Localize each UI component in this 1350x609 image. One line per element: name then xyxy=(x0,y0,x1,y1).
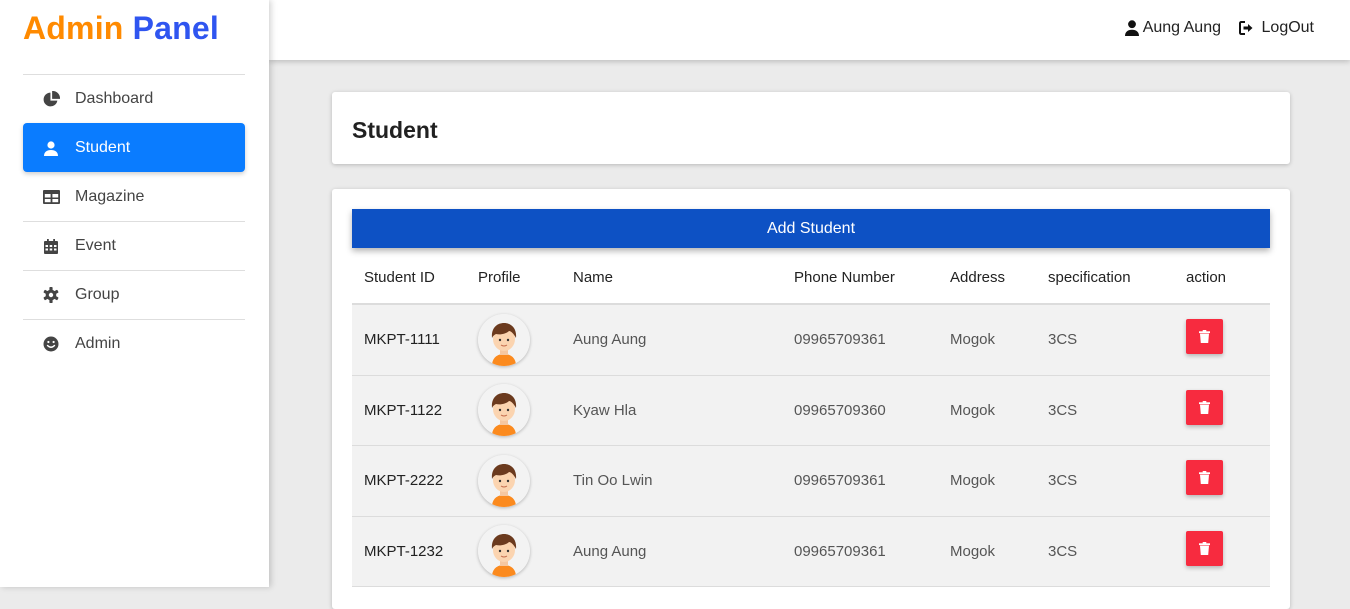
specification-cell: 3CS xyxy=(1048,542,1078,560)
calendar-icon xyxy=(42,237,60,255)
phone-cell: 09965709361 xyxy=(794,331,886,349)
trash-icon xyxy=(1199,541,1210,555)
students-table-card: Add Student Student ID Profile Name Phon… xyxy=(332,189,1290,609)
sidebar-item-label: Event xyxy=(75,237,116,254)
logout-link[interactable]: LogOut xyxy=(1238,19,1314,37)
table-row: MKPT-1111 Aung Aung 09965709361 Mogok 3C… xyxy=(352,305,1270,376)
name-cell: Aung Aung xyxy=(573,331,647,349)
sidebar-item-label: Dashboard xyxy=(75,90,154,107)
sidebar-item-magazine[interactable]: Magazine xyxy=(23,172,245,221)
address-cell: Mogok xyxy=(950,542,996,560)
avatar xyxy=(478,454,530,507)
specification-cell: 3CS xyxy=(1048,401,1078,419)
sidebar-item-admin[interactable]: Admin xyxy=(23,319,245,368)
delete-button[interactable] xyxy=(1186,530,1223,566)
add-student-button[interactable]: Add Student xyxy=(352,209,1270,248)
page-title: Student xyxy=(352,117,438,143)
phone-cell: 09965709360 xyxy=(794,401,886,419)
name-cell: Kyaw Hla xyxy=(573,401,637,419)
table-icon xyxy=(42,188,60,206)
cog-icon xyxy=(42,286,60,304)
avatar xyxy=(478,525,530,578)
sidebar-item-student[interactable]: Student xyxy=(23,123,245,172)
action-cell xyxy=(1186,319,1270,355)
name-cell: Aung Aung xyxy=(573,542,647,560)
name-cell: Tin Oo Lwin xyxy=(573,472,653,490)
user-icon xyxy=(42,139,60,157)
table-header: Student ID Profile Name Phone Number Add… xyxy=(352,251,1270,305)
top-bar: Aung Aung LogOut xyxy=(269,0,1350,60)
column-header-profile: Profile xyxy=(478,268,521,286)
column-header-student-id: Student ID xyxy=(364,268,435,286)
profile-cell xyxy=(478,454,573,507)
sidebar-menu: Dashboard Student Magazine Event Group A… xyxy=(23,74,245,368)
sidebar-item-label: Admin xyxy=(75,335,121,352)
student-id-cell: MKPT-1111 xyxy=(364,331,440,349)
logout-label: LogOut xyxy=(1261,19,1314,36)
student-id-cell: MKPT-1232 xyxy=(364,542,444,560)
sign-out-icon xyxy=(1238,21,1253,35)
action-cell xyxy=(1186,389,1270,425)
students-table: Student ID Profile Name Phone Number Add… xyxy=(352,251,1270,587)
phone-cell: 09965709361 xyxy=(794,542,886,560)
sidebar-item-label: Magazine xyxy=(75,188,145,205)
sidebar-item-event[interactable]: Event xyxy=(23,221,245,270)
table-row: MKPT-1122 Kyaw Hla 09965709360 Mogok 3CS xyxy=(352,375,1270,446)
current-user-name: Aung Aung xyxy=(1142,19,1221,36)
brand-logo: Admin Panel xyxy=(23,10,219,47)
column-header-phone: Phone Number xyxy=(794,268,895,286)
sidebar-item-label: Group xyxy=(75,286,120,303)
address-cell: Mogok xyxy=(950,472,996,490)
page-title-card: Student xyxy=(332,92,1290,164)
phone-cell: 09965709361 xyxy=(794,472,886,490)
pie-chart-icon xyxy=(42,90,60,108)
brand-part-1: Admin xyxy=(23,10,124,46)
current-user[interactable]: Aung Aung xyxy=(1124,19,1221,37)
sidebar-item-dashboard[interactable]: Dashboard xyxy=(23,74,245,123)
sidebar: Admin Panel Dashboard Student Magazine E… xyxy=(0,0,269,587)
action-cell xyxy=(1186,530,1270,566)
user-icon xyxy=(1124,20,1139,36)
student-id-cell: MKPT-2222 xyxy=(364,472,444,490)
profile-cell xyxy=(478,313,573,366)
delete-button[interactable] xyxy=(1186,319,1223,355)
address-cell: Mogok xyxy=(950,401,996,419)
trash-icon xyxy=(1199,471,1210,485)
trash-icon xyxy=(1199,400,1210,414)
avatar xyxy=(478,384,530,437)
profile-cell xyxy=(478,525,573,578)
table-row: MKPT-2222 Tin Oo Lwin 09965709361 Mogok … xyxy=(352,446,1270,517)
delete-button[interactable] xyxy=(1186,460,1223,496)
specification-cell: 3CS xyxy=(1048,472,1078,490)
avatar xyxy=(478,313,530,366)
table-row: MKPT-1232 Aung Aung 09965709361 Mogok 3C… xyxy=(352,516,1270,587)
profile-cell xyxy=(478,384,573,437)
action-cell xyxy=(1186,460,1270,496)
column-header-action: action xyxy=(1186,268,1227,286)
specification-cell: 3CS xyxy=(1048,331,1078,349)
column-header-address: Address xyxy=(950,268,1006,286)
student-id-cell: MKPT-1122 xyxy=(364,401,443,419)
sidebar-item-label: Student xyxy=(75,139,131,156)
column-header-specification: specification xyxy=(1048,268,1131,286)
delete-button[interactable] xyxy=(1186,389,1223,425)
brand-part-2: Panel xyxy=(132,10,220,46)
trash-icon xyxy=(1199,330,1210,344)
smiley-icon xyxy=(42,335,60,353)
address-cell: Mogok xyxy=(950,331,996,349)
sidebar-item-group[interactable]: Group xyxy=(23,270,245,319)
column-header-name: Name xyxy=(573,268,614,286)
